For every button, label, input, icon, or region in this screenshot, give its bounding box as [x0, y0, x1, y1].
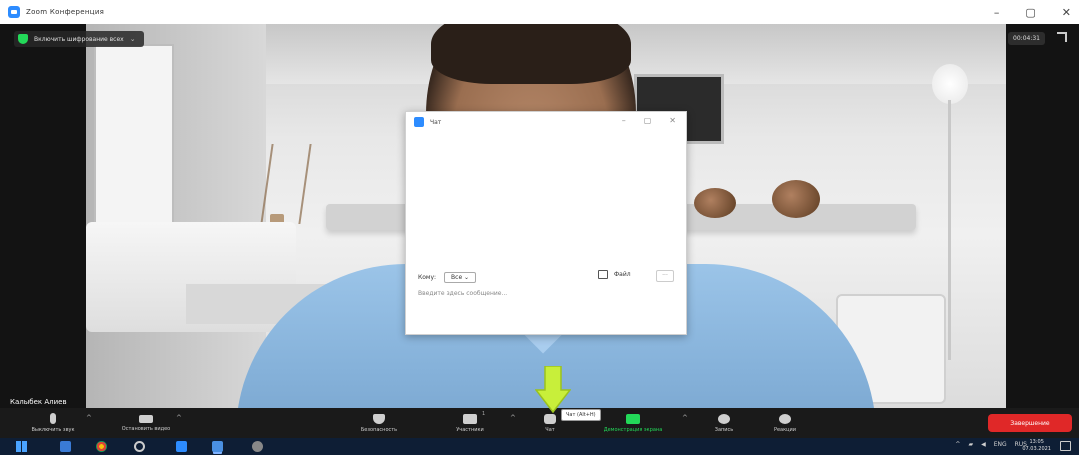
- chat-message-input[interactable]: Введите здесь сообщение...: [418, 290, 507, 297]
- chrome-icon[interactable]: [96, 441, 107, 452]
- maximize-button[interactable]: ▢: [1025, 6, 1035, 19]
- system-tray: ^ ▰ ◀ ENG RUS: [955, 441, 1027, 448]
- title-bar: Zoom Конференция – ▢ ✕: [0, 0, 1079, 24]
- window-controls: – ▢ ✕: [994, 0, 1071, 24]
- meeting-timer: 00:04:31: [1008, 32, 1045, 45]
- chevron-up-icon[interactable]: ^: [510, 414, 516, 422]
- taskbar-clock[interactable]: 13:05 07.03.2021: [1022, 439, 1051, 453]
- microphone-icon: [50, 413, 56, 424]
- fullscreen-icon[interactable]: [1057, 32, 1067, 42]
- zoom-taskbar-icon[interactable]: [176, 441, 187, 452]
- to-label: Кому:: [418, 274, 437, 281]
- shield-icon: [373, 413, 385, 424]
- chat-recipient: Кому: Все ⌄: [418, 272, 477, 283]
- notification-icon[interactable]: [1060, 441, 1071, 451]
- chat-title: Чат: [430, 118, 442, 126]
- smiley-icon: [779, 413, 791, 424]
- zoom-logo-icon: [8, 6, 20, 18]
- tray-expand-icon[interactable]: ^: [955, 441, 960, 448]
- clock-date: 07.03.2021: [1022, 446, 1051, 452]
- app-taskbar-icon[interactable]: [252, 441, 263, 452]
- chevron-down-icon: ⌄: [129, 35, 136, 43]
- participants-button[interactable]: Участники 1 ^: [440, 408, 516, 438]
- chat-window-controls: – ▢ ✕: [622, 116, 676, 125]
- recipient-select[interactable]: Все ⌄: [444, 272, 477, 283]
- security-button[interactable]: Безопасность: [344, 408, 414, 438]
- record-button[interactable]: Запись: [704, 408, 744, 438]
- mute-button[interactable]: Выключить звук ^: [8, 408, 98, 438]
- encryption-label: Включить шифрование всех: [34, 35, 124, 43]
- minimize-button[interactable]: –: [994, 6, 1000, 19]
- shield-icon: [18, 34, 28, 44]
- share-screen-icon: [626, 413, 640, 424]
- language-indicator[interactable]: ENG: [994, 441, 1007, 448]
- clock-time: 13:05: [1029, 439, 1044, 445]
- chat-bubble-icon: [544, 413, 556, 424]
- file-button[interactable]: Файл: [598, 270, 631, 279]
- zoom-logo-icon: [414, 117, 424, 127]
- zoom-window: Zoom Конференция – ▢ ✕ Включить шифрован…: [0, 0, 1079, 455]
- chat-title-bar: Чат – ▢ ✕: [406, 112, 686, 132]
- window-title: Zoom Конференция: [26, 8, 105, 16]
- zoom-meeting-taskbar-icon[interactable]: [212, 441, 223, 452]
- participants-icon: [463, 413, 477, 424]
- chevron-up-icon[interactable]: ^: [86, 414, 92, 422]
- file-explorer-icon[interactable]: [60, 441, 71, 452]
- file-label: Файл: [614, 271, 631, 278]
- volume-icon[interactable]: ◀: [981, 441, 986, 448]
- end-meeting-button[interactable]: Завершение: [988, 414, 1072, 432]
- settings-icon[interactable]: [134, 441, 145, 452]
- chat-window: Чат – ▢ ✕ Кому: Все ⌄ Файл ··· Введите з…: [405, 111, 687, 335]
- stop-video-button[interactable]: Остановить видео ^: [98, 408, 194, 438]
- close-button[interactable]: ✕: [1062, 6, 1071, 19]
- windows-taskbar: ^ ▰ ◀ ENG RUS 13:05 07.03.2021: [0, 438, 1079, 455]
- encryption-indicator[interactable]: Включить шифрование всех ⌄: [14, 31, 144, 47]
- chat-close-button[interactable]: ✕: [669, 116, 676, 125]
- arrow-down-icon: [535, 366, 571, 414]
- record-icon: [718, 413, 730, 424]
- chat-minimize-button[interactable]: –: [622, 116, 626, 125]
- chat-tooltip: Чат (Alt+H): [561, 409, 601, 421]
- file-icon: [598, 270, 608, 279]
- network-icon[interactable]: ▰: [968, 441, 973, 448]
- windows-start-icon[interactable]: [16, 441, 27, 452]
- video-camera-icon: [139, 414, 153, 423]
- share-screen-button[interactable]: Демонстрация экрана ^: [590, 408, 688, 438]
- chevron-up-icon[interactable]: ^: [176, 414, 182, 422]
- chat-maximize-button[interactable]: ▢: [644, 116, 652, 125]
- more-button[interactable]: ···: [656, 270, 674, 282]
- reactions-button[interactable]: Реакции: [762, 408, 808, 438]
- participant-name: Калыбек Алиев: [10, 398, 67, 406]
- chevron-up-icon[interactable]: ^: [682, 414, 688, 422]
